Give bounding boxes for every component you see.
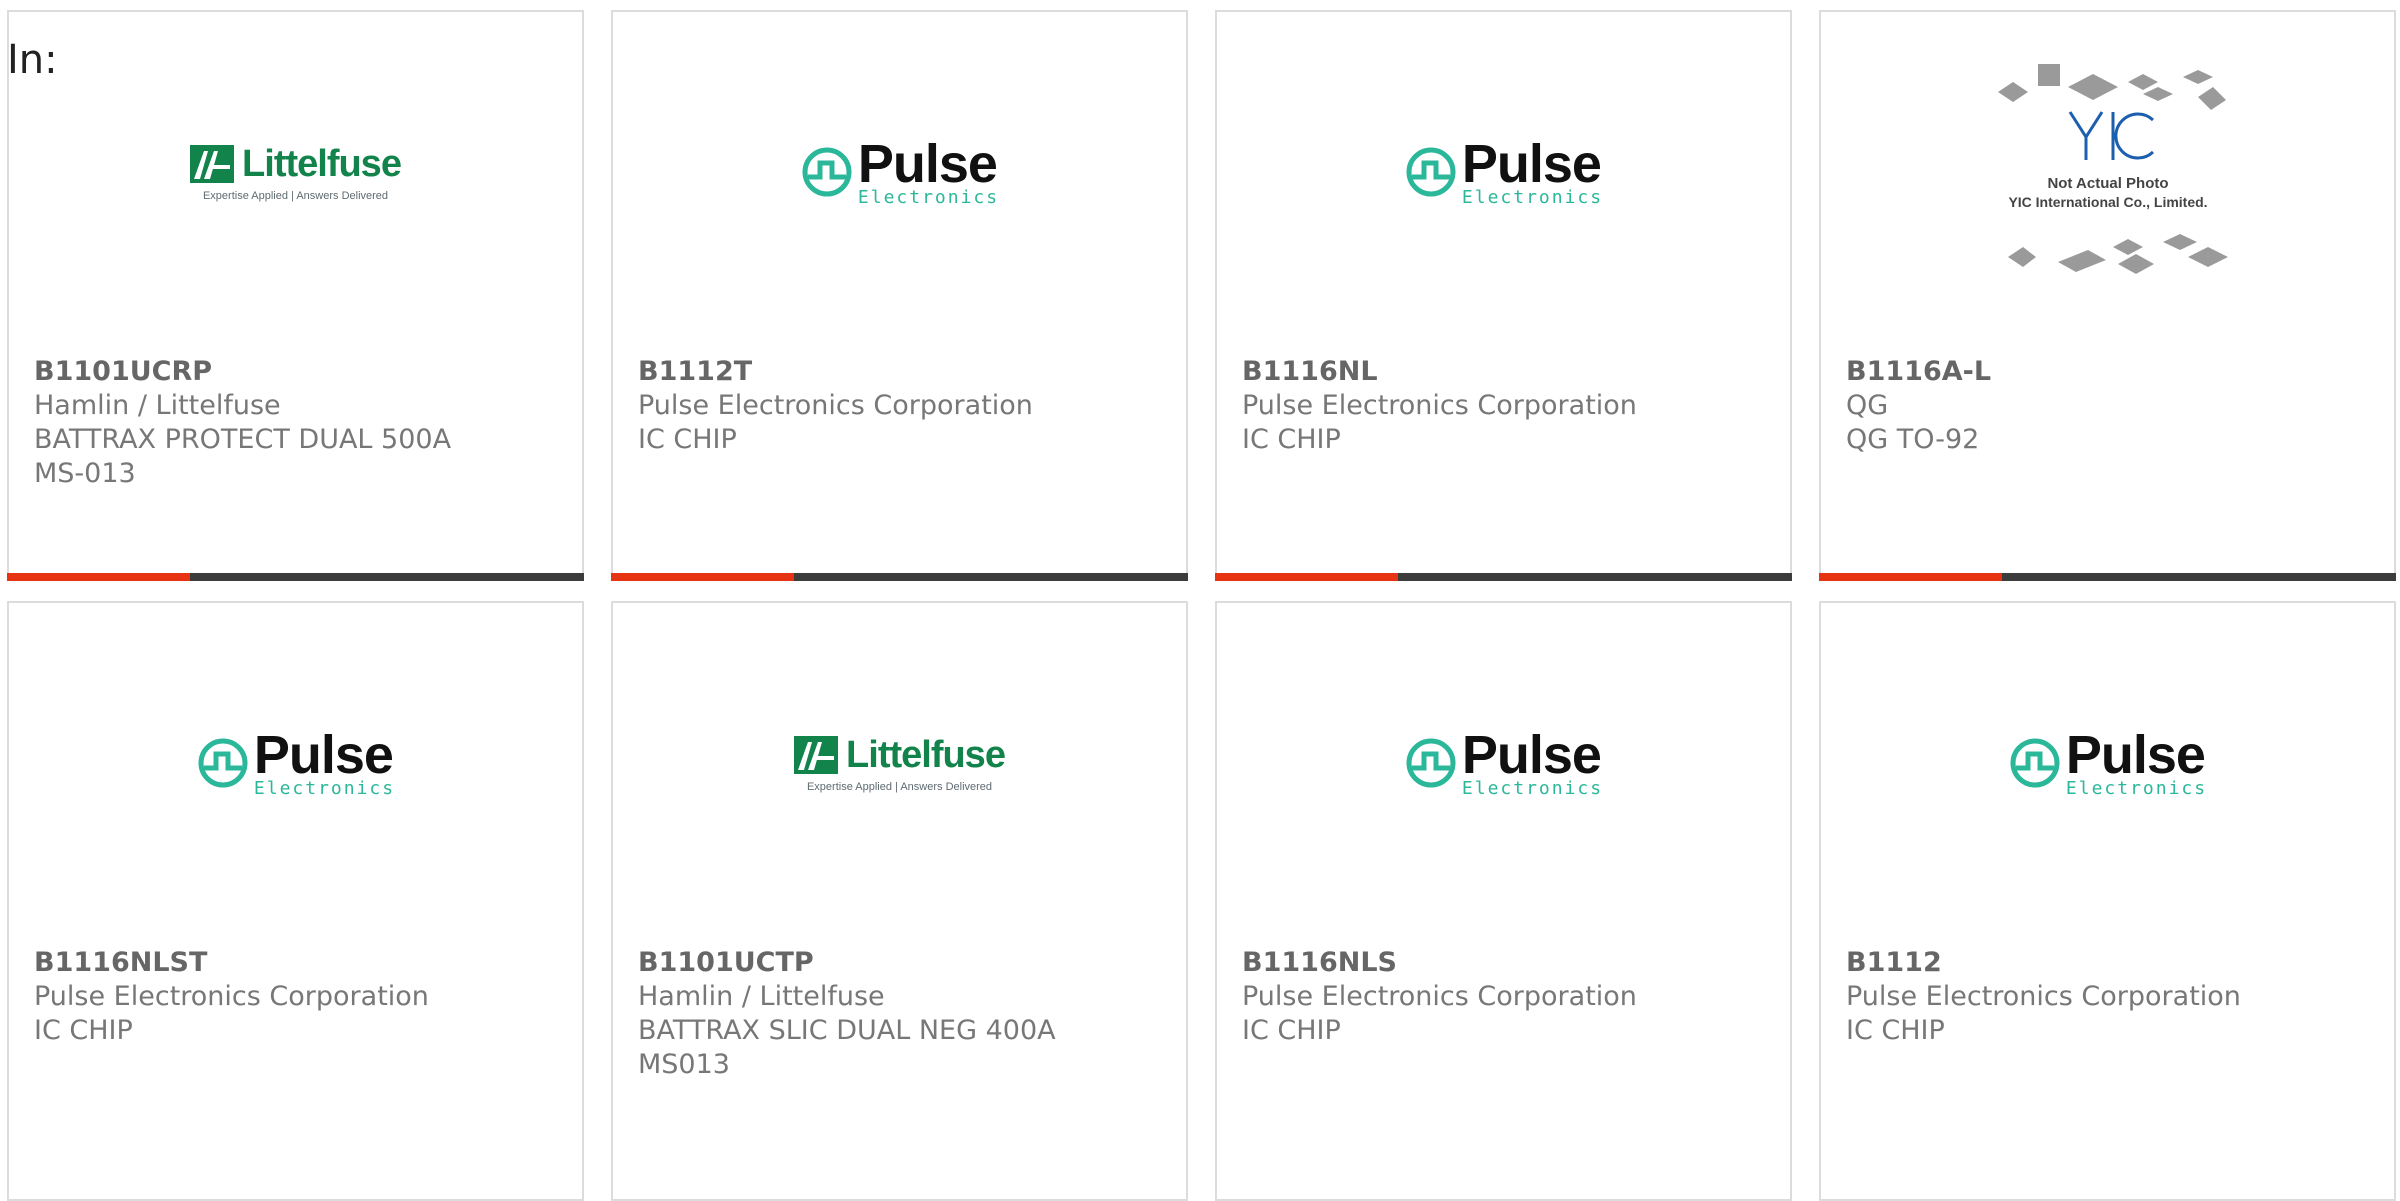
littelfuse-mark-icon [794, 736, 839, 774]
manufacturer-logo: Pulse Electronics [1821, 683, 2394, 843]
manufacturer-name: Pulse Electronics Corporation [1242, 981, 1637, 1012]
part-number[interactable]: B1101UCTP [638, 946, 1056, 980]
littelfuse-logo-name: Littelfuse [242, 142, 402, 185]
product-card-b1101uctp[interactable]: Littelfuse Expertise Applied | Answers D… [611, 601, 1188, 1201]
manufacturer-logo: Littelfuse Expertise Applied | Answers D… [9, 92, 582, 252]
product-card-b1112[interactable]: Pulse Electronics B1112 Pulse Electronic… [1819, 601, 2396, 1201]
pulse-logo-sub: Electronics [2065, 778, 2208, 799]
product-info: B1116NLS Pulse Electronics Corporation I… [1242, 946, 1637, 1048]
manufacturer-name: Pulse Electronics Corporation [1846, 981, 2241, 1012]
part-number[interactable]: B1101UCRP [34, 355, 451, 389]
pulse-logo-sub: Electronics [253, 778, 396, 799]
manufacturer-name: Hamlin / Littelfuse [638, 981, 885, 1012]
pulse-logo: Pulse Electronics [196, 728, 395, 798]
littelfuse-logo-tagline: Expertise Applied | Answers Delivered [202, 189, 389, 202]
littelfuse-logo: Littelfuse Expertise Applied | Answers D… [794, 733, 1006, 793]
product-card-b1101ucrp[interactable]: Littelfuse Expertise Applied | Answers D… [7, 10, 584, 581]
pulse-logo-sub: Electronics [1461, 778, 1604, 799]
manufacturer-name: QG [1846, 390, 1889, 421]
card-accent-bar [1819, 573, 2396, 581]
yic-line1: Not Actual Photo [2047, 175, 2168, 192]
manufacturer-logo: Pulse Electronics [1217, 683, 1790, 843]
manufacturer-logo: Pulse Electronics [1217, 92, 1790, 252]
pulse-logo: Pulse Electronics [2008, 728, 2207, 798]
pulse-circle-icon [802, 147, 852, 197]
product-info: B1116NL Pulse Electronics Corporation IC… [1242, 355, 1637, 457]
product-card-b1116a-l[interactable]: Not Actual Photo YIC International Co., … [1819, 10, 2396, 581]
part-number[interactable]: B1116NLS [1242, 946, 1637, 980]
product-package: MS-013 [34, 458, 136, 489]
product-card-b1116nls[interactable]: Pulse Electronics B1116NLS Pulse Electro… [1215, 601, 1792, 1201]
card-accent-bar [1215, 573, 1792, 581]
product-info: B1116NLST Pulse Electronics Corporation … [34, 946, 429, 1048]
card-accent-bar [611, 573, 1188, 581]
manufacturer-name: Pulse Electronics Corporation [34, 981, 429, 1012]
product-description: BATTRAX PROTECT DUAL 500A [34, 424, 452, 455]
pulse-logo: Pulse Electronics [800, 137, 999, 207]
littelfuse-mark-icon [190, 145, 235, 183]
product-info: B1112T Pulse Electronics Corporation IC … [638, 355, 1033, 457]
pulse-circle-icon [1406, 147, 1456, 197]
manufacturer-logo: Pulse Electronics [9, 683, 582, 843]
pulse-circle-icon [2010, 738, 2060, 788]
card-accent-segment [611, 573, 794, 581]
product-package: MS013 [638, 1049, 730, 1080]
product-card-b1116nl[interactable]: Pulse Electronics B1116NL Pulse Electron… [1215, 10, 1792, 581]
product-description: IC CHIP [1242, 424, 1341, 455]
manufacturer-logo: Littelfuse Expertise Applied | Answers D… [613, 683, 1186, 843]
part-number[interactable]: B1112T [638, 355, 1033, 389]
manufacturer-name: Hamlin / Littelfuse [34, 390, 281, 421]
product-description: BATTRAX SLIC DUAL NEG 400A [638, 1015, 1056, 1046]
part-number[interactable]: B1116A-L [1846, 355, 1991, 389]
yic-placeholder-image: Not Actual Photo YIC International Co., … [1997, 64, 2228, 274]
part-number[interactable]: B1116NLST [34, 946, 429, 980]
product-info: B1101UCTP Hamlin / Littelfuse BATTRAX SL… [638, 946, 1056, 1082]
pulse-circle-icon [1406, 738, 1456, 788]
product-description: QG TO-92 [1846, 424, 1980, 455]
manufacturer-logo: Not Actual Photo YIC International Co., … [1821, 64, 2394, 274]
pulse-logo: Pulse Electronics [1404, 728, 1603, 798]
pulse-logo-name: Pulse [857, 134, 998, 194]
pulse-logo-name: Pulse [253, 725, 394, 785]
pulse-logo-name: Pulse [1461, 725, 1602, 785]
yic-line2: YIC International Co., Limited. [2008, 194, 2207, 210]
part-number[interactable]: B1112 [1846, 946, 2241, 980]
product-info: B1112 Pulse Electronics Corporation IC C… [1846, 946, 2241, 1048]
littelfuse-logo: Littelfuse Expertise Applied | Answers D… [190, 142, 402, 202]
pulse-logo-sub: Electronics [1461, 187, 1604, 208]
pulse-circle-icon [198, 738, 248, 788]
littelfuse-logo-tagline: Expertise Applied | Answers Delivered [806, 780, 993, 793]
pulse-logo-name: Pulse [1461, 134, 1602, 194]
part-number[interactable]: B1116NL [1242, 355, 1637, 389]
manufacturer-logo: Pulse Electronics [613, 92, 1186, 252]
pulse-logo-name: Pulse [2065, 725, 2206, 785]
product-description: IC CHIP [638, 424, 737, 455]
manufacturer-name: Pulse Electronics Corporation [1242, 390, 1637, 421]
pulse-logo-sub: Electronics [857, 187, 1000, 208]
product-description: IC CHIP [34, 1015, 133, 1046]
product-description: IC CHIP [1242, 1015, 1341, 1046]
filter-label: In: [7, 37, 58, 83]
card-accent-segment [1215, 573, 1398, 581]
product-info: B1101UCRP Hamlin / Littelfuse BATTRAX PR… [34, 355, 451, 491]
pulse-logo: Pulse Electronics [1404, 137, 1603, 207]
card-accent-segment [7, 573, 190, 581]
manufacturer-name: Pulse Electronics Corporation [638, 390, 1033, 421]
card-accent-bar [7, 573, 584, 581]
product-card-b1112t[interactable]: Pulse Electronics B1112T Pulse Electroni… [611, 10, 1188, 581]
card-accent-segment [1819, 573, 2002, 581]
littelfuse-logo-name: Littelfuse [846, 733, 1006, 776]
product-info: B1116A-L QG QG TO-92 [1846, 355, 1991, 457]
product-description: IC CHIP [1846, 1015, 1945, 1046]
product-card-b1116nlst[interactable]: Pulse Electronics B1116NLST Pulse Electr… [7, 601, 584, 1201]
